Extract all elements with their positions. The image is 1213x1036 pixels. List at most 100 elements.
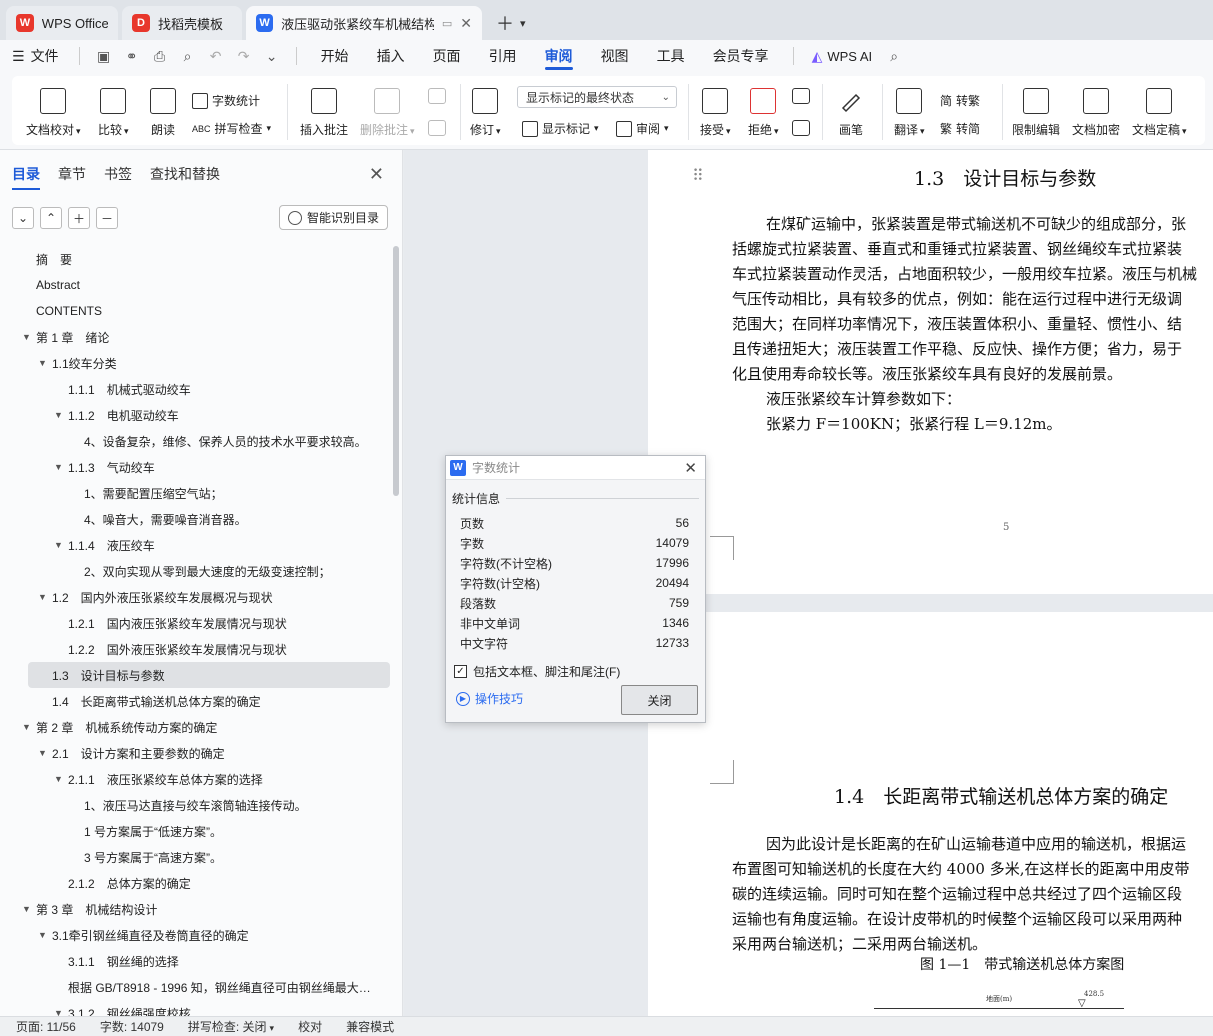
next-comment-button[interactable]: [428, 120, 446, 143]
save-icon[interactable]: ▣: [92, 44, 116, 68]
tab-toc[interactable]: 目录: [12, 164, 40, 190]
toc-item[interactable]: CONTENTS: [0, 298, 392, 324]
toc-item[interactable]: 3.1.1 钢丝绳的选择: [0, 948, 392, 974]
add-heading-button[interactable]: ＋: [68, 207, 90, 229]
close-icon[interactable]: ✕: [369, 164, 384, 185]
menu-review[interactable]: 审阅: [531, 40, 587, 72]
toc-item[interactable]: Abstract: [0, 272, 392, 298]
remove-heading-button[interactable]: －: [96, 207, 118, 229]
tab-document[interactable]: W 液压驱动张紧绞车机械结构设计 ▭ ✕: [246, 6, 482, 40]
close-icon[interactable]: ✕: [460, 15, 472, 32]
accept-button[interactable]: 接受 ▾: [700, 88, 731, 138]
expand-arrow-icon[interactable]: ▼: [54, 410, 68, 420]
checkbox-icon[interactable]: ✓: [454, 665, 467, 678]
toc-item[interactable]: ▼ 第 3 章 机械结构设计: [0, 896, 392, 922]
toc-item[interactable]: ▼ 第 2 章 机械系统传动方案的确定: [0, 714, 392, 740]
spell-check-indicator[interactable]: 拼写检查: 关闭 ▾: [188, 1018, 274, 1035]
collapse-all-button[interactable]: ⌄: [12, 207, 34, 229]
toc-item[interactable]: 3 号方案属于“高速方案”。: [0, 844, 392, 870]
toc-item[interactable]: 4、噪音大，需要噪音消音器。: [0, 506, 392, 532]
toc-item[interactable]: 1 号方案属于“低速方案”。: [0, 818, 392, 844]
markup-state-dropdown[interactable]: 显示标记的最终状态 ⌄: [517, 86, 677, 108]
search-icon[interactable]: ⌕: [882, 44, 906, 68]
toc-item[interactable]: 2.1.2 总体方案的确定: [0, 870, 392, 896]
wps-ai-button[interactable]: ◭ WPS AI: [804, 40, 881, 72]
doc-encrypt-button[interactable]: 文档加密: [1072, 88, 1120, 138]
expand-arrow-icon[interactable]: ▼: [22, 332, 36, 342]
expand-arrow-icon[interactable]: ▼: [38, 930, 52, 940]
monitor-icon[interactable]: ▭: [442, 17, 452, 30]
toc-item[interactable]: 1.2.2 国外液压张紧绞车发展情况与现状: [0, 636, 392, 662]
dialog-titlebar[interactable]: W 字数统计 ✕: [446, 456, 705, 480]
toc-item[interactable]: ▼ 1.1绞车分类: [0, 350, 392, 376]
tab-chapters[interactable]: 章节: [58, 164, 86, 184]
smart-toc-button[interactable]: 智能识别目录: [278, 205, 388, 230]
page[interactable]: ⠿ 1.3 设计目标与参数 在煤矿运输中，张紧装置是带式输送机不可缺少的组成部分…: [648, 150, 1213, 594]
toc-item[interactable]: ▼ 1.1.4 液压绞车: [0, 532, 392, 558]
toc-item[interactable]: 根据 GB/T8918 - 1996 知，钢丝绳直径可由钢丝绳最大…: [0, 974, 392, 1000]
menu-home[interactable]: 开始: [307, 40, 363, 72]
toc-item[interactable]: 1.2.1 国内液压张紧绞车发展情况与现状: [0, 610, 392, 636]
compare-button[interactable]: 比较 ▾: [98, 88, 129, 138]
toc-item[interactable]: ▼ 2.1.1 液压张紧绞车总体方案的选择: [0, 766, 392, 792]
expand-up-button[interactable]: ⌃: [40, 207, 62, 229]
file-menu[interactable]: ☰ 文件: [12, 46, 69, 66]
tab-wps-office[interactable]: W WPS Office: [6, 6, 118, 40]
toc-item[interactable]: ▼ 3.1牵引钢丝绳直径及卷筒直径的确定: [0, 922, 392, 948]
menu-references[interactable]: 引用: [475, 40, 531, 72]
toc-item[interactable]: 4、设备复杂，维修、保养人员的技术水平要求较高。: [0, 428, 392, 454]
expand-arrow-icon[interactable]: ▼: [54, 540, 68, 550]
read-aloud-button[interactable]: 朗读: [150, 88, 176, 138]
toc-item[interactable]: 1.1.1 机械式驱动绞车: [0, 376, 392, 402]
toc-item[interactable]: 摘 要: [0, 246, 392, 272]
toc-item[interactable]: 1.3 设计目标与参数: [28, 662, 390, 688]
menu-page[interactable]: 页面: [419, 40, 475, 72]
page[interactable]: 1.4 长距离带式输送机总体方案的确定 因为此设计是长距离的在矿山运输巷道中应用…: [648, 612, 1213, 1016]
close-button[interactable]: 关闭: [621, 685, 698, 715]
menu-membership[interactable]: 会员专享: [699, 40, 783, 72]
print-icon[interactable]: ⎙: [148, 44, 172, 68]
include-textbox-checkbox[interactable]: ✓ 包括文本框、脚注和尾注(F): [454, 663, 705, 680]
restrict-edit-button[interactable]: 限制编辑: [1012, 88, 1060, 138]
page-indicator[interactable]: 页面: 11/56: [16, 1018, 76, 1035]
insert-comment-button[interactable]: 插入批注: [300, 88, 348, 138]
undo-icon[interactable]: ↶: [204, 44, 228, 68]
tab-find-replace[interactable]: 查找和替换: [150, 164, 220, 184]
tab-template[interactable]: D 找稻壳模板: [122, 6, 242, 40]
print-preview-icon[interactable]: ⌕: [176, 44, 200, 68]
expand-arrow-icon[interactable]: ▼: [22, 722, 36, 732]
toc-item[interactable]: ▼ 第 1 章 绪论: [0, 324, 392, 350]
track-changes-button[interactable]: 修订 ▾: [470, 88, 501, 138]
expand-arrow-icon[interactable]: ▼: [54, 774, 68, 784]
show-markup-button[interactable]: 显示标记 ▾: [522, 120, 599, 137]
toc-item[interactable]: 1、液压马达直接与绞车滚筒轴连接传动。: [0, 792, 392, 818]
menu-tools[interactable]: 工具: [643, 40, 699, 72]
doc-proof-button[interactable]: 文档校对 ▾: [26, 88, 81, 138]
word-count-button[interactable]: 字数统计: [192, 92, 260, 109]
delete-comment-button[interactable]: 删除批注 ▾: [360, 88, 415, 138]
chevron-down-icon[interactable]: ▾: [520, 17, 526, 30]
expand-arrow-icon[interactable]: ▼: [54, 462, 68, 472]
toc-item[interactable]: ▼ 1.1.2 电机驱动绞车: [0, 402, 392, 428]
reject-button[interactable]: 拒绝 ▾: [748, 88, 779, 138]
doc-finalize-button[interactable]: 文档定稿 ▾: [1132, 88, 1187, 138]
new-tab-button[interactable]: ＋ ▾: [486, 6, 536, 40]
share-icon[interactable]: ⚭: [120, 44, 144, 68]
drag-handle-icon[interactable]: ⠿: [692, 166, 704, 185]
prev-change-button[interactable]: [792, 88, 810, 111]
translate-button[interactable]: 翻译 ▾: [894, 88, 925, 138]
expand-arrow-icon[interactable]: ▼: [22, 904, 36, 914]
prev-comment-button[interactable]: [428, 88, 446, 111]
toc-item[interactable]: 1.4 长距离带式输送机总体方案的确定: [0, 688, 392, 714]
toc-item[interactable]: ▼ 1.2 国内外液压张紧绞车发展概况与现状: [0, 584, 392, 610]
tab-bookmarks[interactable]: 书签: [104, 164, 132, 184]
toc-item[interactable]: ▼ 1.1.3 气动绞车: [0, 454, 392, 480]
menu-view[interactable]: 视图: [587, 40, 643, 72]
toc-scrollbar[interactable]: [393, 246, 399, 496]
toc-item[interactable]: ▼ 2.1 设计方案和主要参数的确定: [0, 740, 392, 766]
proof-indicator[interactable]: 校对: [298, 1018, 322, 1035]
word-count-indicator[interactable]: 字数: 14079: [100, 1018, 164, 1035]
pen-button[interactable]: 画笔: [838, 88, 864, 138]
close-icon[interactable]: ✕: [684, 459, 697, 477]
expand-arrow-icon[interactable]: ▼: [38, 592, 52, 602]
